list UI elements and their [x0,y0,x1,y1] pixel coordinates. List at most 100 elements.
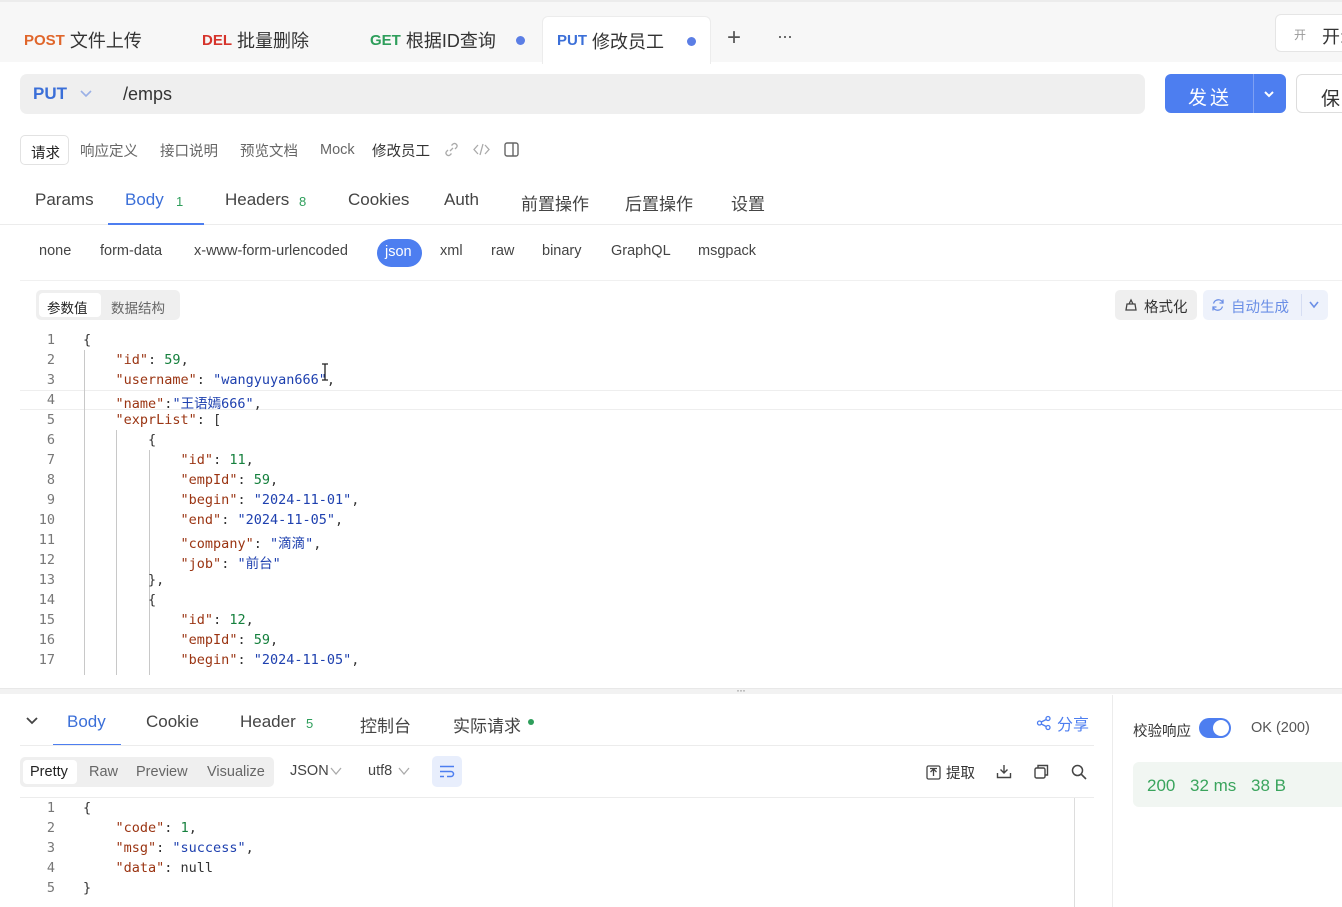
line-number: 5 [46,412,55,428]
body-type-json[interactable]: json [377,239,422,267]
save-button[interactable]: 保 [1296,74,1342,113]
code-line: "id": 12, [180,612,254,628]
extract-button[interactable]: 提取 [926,762,975,783]
tab-auth[interactable]: Auth [444,190,479,210]
extract-icon [926,765,941,780]
method-label: POST [24,31,65,49]
line-number: 11 [38,532,55,548]
url-input[interactable]: /emps [123,84,172,105]
code-line: { [83,800,92,816]
line-number: 16 [38,632,55,648]
scrollbar-track[interactable] [1074,798,1075,907]
env-switch[interactable]: 开 开: [1275,14,1342,52]
share-label: 分享 [1057,717,1090,734]
body-mode-switch: 参数值 数据结构 [36,290,180,320]
chevron-down-icon[interactable] [398,767,410,776]
chevron-down-icon[interactable] [330,767,342,776]
chevron-down-icon[interactable] [1263,88,1275,100]
body-type-form-data[interactable]: form-data [100,243,162,259]
unsaved-dot-icon [516,36,525,45]
tab-file-upload[interactable]: POST 文件上传 [0,16,182,64]
response-tab-console[interactable]: 控制台 [360,712,411,737]
line-number: 3 [46,840,55,856]
autogen-button[interactable]: 自动生成 [1203,290,1328,320]
validate-label: 校验响应 [1133,724,1191,740]
tab-get-by-id[interactable]: GET 根据ID查询 [346,16,542,64]
download-icon[interactable] [996,764,1012,779]
tab-batch-delete[interactable]: DEL 批量删除 [178,16,358,64]
tab-headers[interactable]: Headers [225,190,289,210]
segment-response-def[interactable]: 响应定义 [80,135,138,165]
encoding-select[interactable]: utf8 [368,763,392,779]
link-icon[interactable] [444,142,459,157]
api-name[interactable]: 修改员工 [372,135,430,165]
body-type-binary[interactable]: binary [542,243,582,259]
send-button[interactable]: 发送 [1165,74,1286,113]
url-bar: PUT /emps [20,74,1145,114]
response-tab-body[interactable]: Body [53,708,121,746]
more-icon[interactable]: ··· [777,26,793,47]
autogen-label: 自动生成 [1231,300,1289,316]
format-select[interactable]: JSON [290,763,329,779]
tab-label: Body [125,190,164,209]
view-raw[interactable]: Raw [89,764,118,780]
tab-cookies[interactable]: Cookies [348,190,409,210]
drag-handle-icon[interactable]: ··· [736,683,746,697]
format-label: 格式化 [1144,300,1188,316]
tab-pre-processors[interactable]: 前置操作 [521,190,589,215]
segment-preview-doc[interactable]: 预览文档 [240,135,298,165]
line-number: 9 [46,492,55,508]
wrap-toggle[interactable] [432,756,462,787]
divider [1253,74,1254,113]
status-dot-icon [528,719,534,725]
add-tab-icon[interactable]: + [727,24,741,52]
view-label: Pretty [30,764,68,780]
body-type-msgpack[interactable]: msgpack [698,243,756,259]
panel-splitter[interactable] [0,688,1342,694]
request-body-editor[interactable]: 1 {2 "id": 59, 3 "username": "wangyuyan666… [20,330,1342,675]
collapse-chevron-icon[interactable] [26,716,38,726]
response-tab-actual-request[interactable]: 实际请求 [453,712,521,737]
response-body-viewer[interactable]: 1 {2 "code": 1, 3 "msg": "success", 4 "data… [20,798,1076,907]
code-line: } [83,880,92,896]
segment-request[interactable]: 请求 [20,135,69,165]
code-line: "name":"王语嫣666", [115,396,262,412]
format-icon [1125,298,1137,311]
divider [20,745,1094,746]
search-icon[interactable] [1071,764,1087,780]
tab-update-employee[interactable]: PUT 修改员工 [542,16,711,64]
segment-mock[interactable]: Mock [320,135,355,165]
code-line: "end": "2024-11-05", [180,512,344,528]
view-visualize[interactable]: Visualize [207,764,265,780]
tab-params[interactable]: Params [35,190,94,210]
code-icon[interactable] [473,142,490,157]
chevron-down-icon[interactable] [1309,301,1319,309]
body-type-urlencoded[interactable]: x-www-form-urlencoded [194,243,348,259]
format-button[interactable]: 格式化 [1115,290,1197,320]
copy-icon[interactable] [1034,764,1049,779]
body-type-none[interactable]: none [39,243,71,259]
body-type-xml[interactable]: xml [440,243,463,259]
chevron-down-icon[interactable] [80,88,92,100]
count-badge: 8 [299,194,307,209]
body-type-label: json [385,244,412,260]
body-type-raw[interactable]: raw [491,243,514,259]
panel-layout-icon[interactable] [504,142,519,157]
body-type-graphql[interactable]: GraphQL [611,243,671,259]
tab-label: Body [67,712,106,731]
tab-settings[interactable]: 设置 [731,190,765,215]
schema-tab[interactable]: 数据结构 [111,297,165,317]
response-tab-cookie[interactable]: Cookie [146,712,199,732]
divider [1112,695,1113,907]
response-tab-header[interactable]: Header [240,712,296,732]
value-tab[interactable]: 参数值 [39,293,101,317]
method-select[interactable]: PUT [33,84,67,104]
view-pretty[interactable]: Pretty [23,760,77,784]
tab-body[interactable]: Body 1 [108,186,204,225]
tab-post-processors[interactable]: 后置操作 [625,190,693,215]
view-preview[interactable]: Preview [136,764,188,780]
segment-api-doc[interactable]: 接口说明 [160,135,218,165]
send-label: 发送 [1188,88,1233,109]
share-button[interactable]: 分享 [1036,711,1089,735]
validate-toggle[interactable] [1199,718,1231,738]
